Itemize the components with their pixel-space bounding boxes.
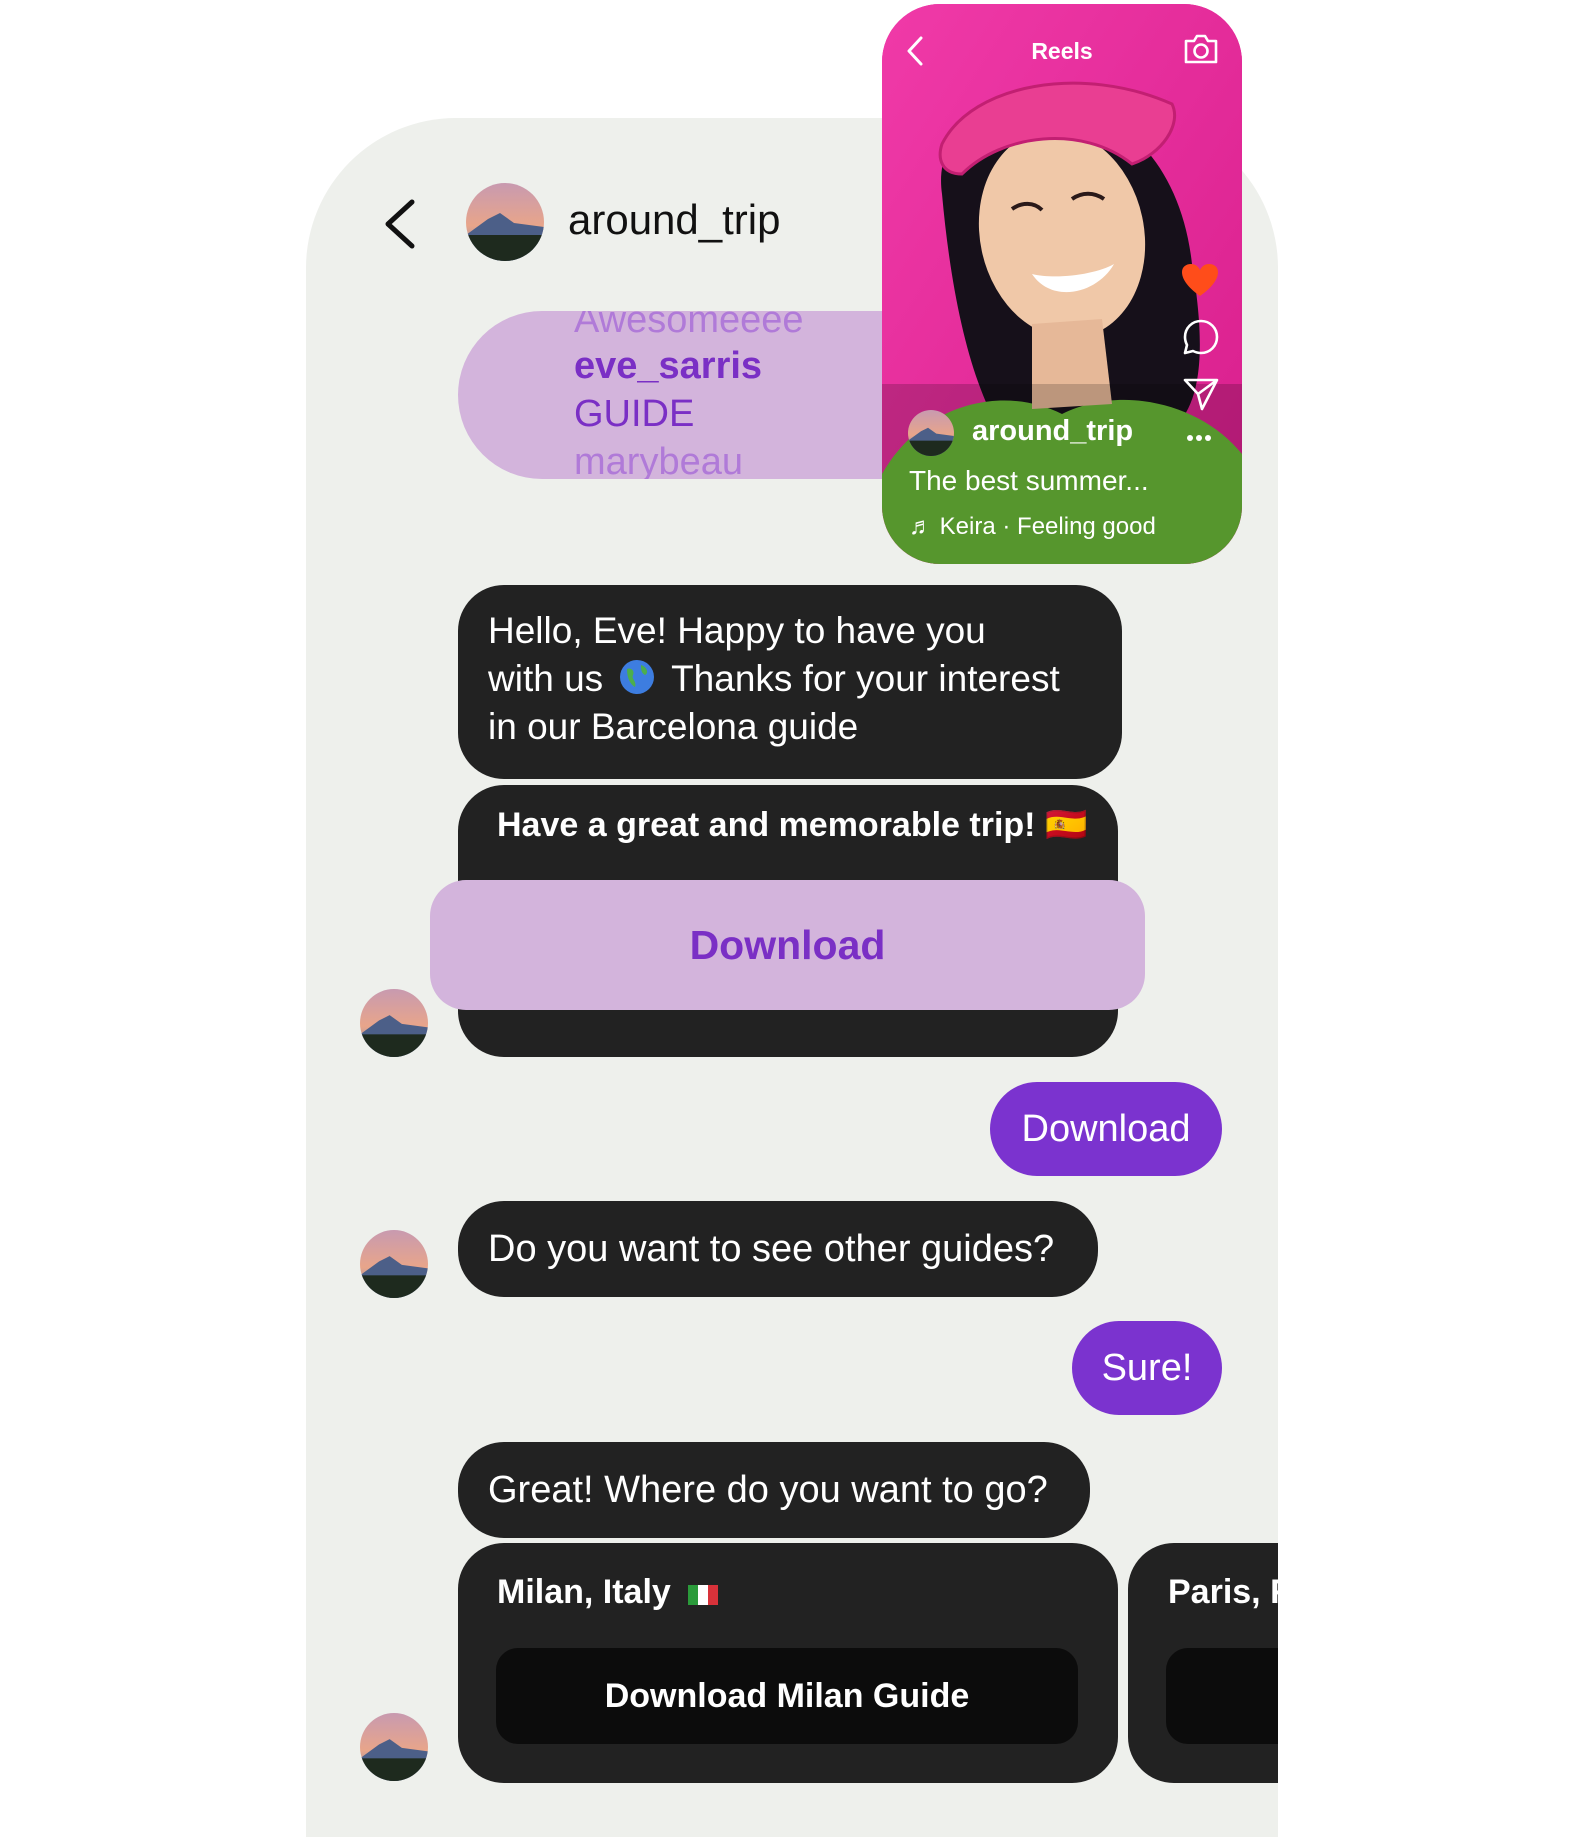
share-icon[interactable]: [1182, 376, 1220, 412]
user-message-bubble: Download: [990, 1082, 1222, 1176]
reel-preview[interactable]: Reels around_trip The best summer... ♬ K…: [882, 4, 1242, 564]
comment-icon[interactable]: [1182, 318, 1220, 356]
message-bubble: Great! Where do you want to go?: [458, 1442, 1090, 1538]
heart-icon[interactable]: [1180, 262, 1220, 298]
sender-avatar: [360, 989, 428, 1057]
message-text: Hello, Eve! Happy to have you with us Th…: [488, 610, 1060, 747]
message-bubble: Do you want to see other guides?: [458, 1201, 1098, 1297]
guide-title: Paris, F: [1168, 1573, 1278, 1611]
camera-icon[interactable]: [1182, 32, 1220, 66]
contact-avatar[interactable]: [466, 183, 544, 261]
contact-name[interactable]: around_trip: [568, 196, 780, 244]
shared-card-line: GUIDE: [574, 393, 695, 435]
reel-song: Feeling good: [1017, 513, 1156, 540]
sender-avatar: [360, 1230, 428, 1298]
guide-card: Milan, Italy Download Milan Guide: [458, 1543, 1118, 1783]
shared-card-line: marybeau: [574, 441, 743, 479]
message-text: Have a great and memorable trip! 🇪🇸: [497, 806, 1088, 844]
sender-avatar: [360, 1713, 428, 1781]
back-arrow-icon[interactable]: [376, 196, 426, 252]
reel-caption: The best summer...: [909, 465, 1149, 496]
globe-icon: [619, 659, 655, 695]
reel-username[interactable]: around_trip: [972, 415, 1133, 448]
guide-card: Paris, F: [1128, 1543, 1278, 1783]
shared-card-username: eve_sarris: [574, 345, 763, 387]
reel-music[interactable]: ♬ Keira · Feeling good: [909, 513, 1156, 541]
message-bubble: Hello, Eve! Happy to have you with us Th…: [458, 585, 1122, 779]
italy-flag-icon: [688, 1575, 719, 1614]
shared-card-line: Awesomeeee: [574, 311, 804, 341]
reel-artist: Keira: [939, 513, 996, 540]
more-options-icon[interactable]: [1186, 434, 1212, 442]
user-message-bubble: Sure!: [1072, 1321, 1222, 1415]
download-button[interactable]: Download: [430, 880, 1145, 1010]
reel-user-avatar[interactable]: [908, 410, 954, 456]
guide-title: Milan, Italy: [497, 1573, 719, 1614]
download-milan-guide-button[interactable]: Download Milan Guide: [496, 1648, 1078, 1744]
message-text: Do you want to see other guides?: [488, 1227, 1055, 1270]
music-note-icon: ♬: [909, 513, 933, 540]
download-guide-button[interactable]: [1166, 1648, 1278, 1744]
message-text: Great! Where do you want to go?: [488, 1468, 1048, 1511]
